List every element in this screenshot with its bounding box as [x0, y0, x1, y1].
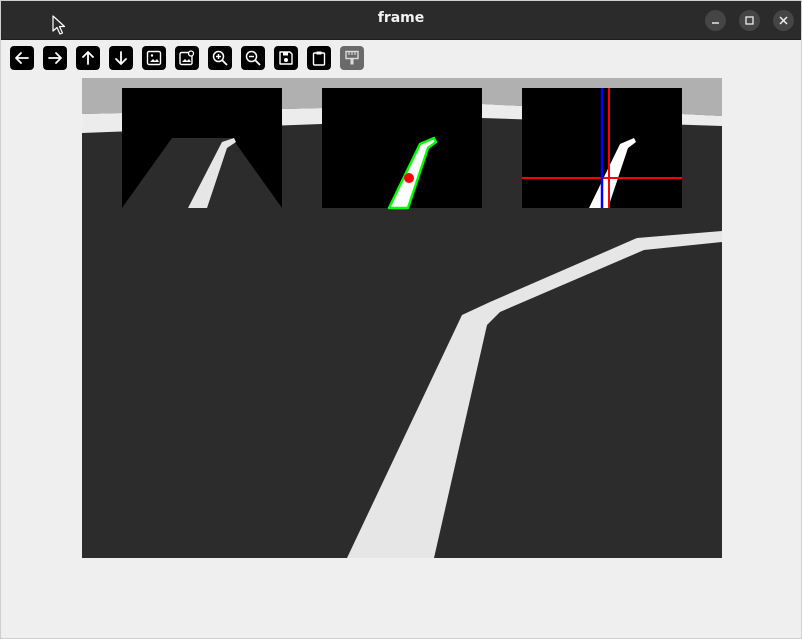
clipboard-icon: [312, 51, 326, 66]
zoom-out-button[interactable]: [241, 46, 265, 70]
app-window: frame: [0, 0, 802, 639]
image-icon: [146, 50, 162, 66]
camera-frame: [82, 78, 722, 558]
zoom-in-button[interactable]: [208, 46, 232, 70]
inset-crosshair-view: [522, 88, 682, 208]
image-zoom-icon: [179, 50, 195, 66]
pan-right-button[interactable]: [43, 46, 67, 70]
inset-contour-view: [322, 88, 482, 210]
zoom-out-icon: [245, 50, 261, 66]
copy-clipboard-button[interactable]: [307, 46, 331, 70]
image-view[interactable]: [82, 78, 722, 558]
inset-roi-view: [122, 88, 282, 208]
minimize-icon: [712, 22, 719, 24]
properties-button[interactable]: [340, 46, 364, 70]
maximize-icon: [745, 16, 754, 25]
save-image-button[interactable]: [274, 46, 298, 70]
zoom-original-button[interactable]: [142, 46, 166, 70]
zoom-fit-button[interactable]: [175, 46, 199, 70]
minimize-button[interactable]: [705, 10, 726, 31]
close-button[interactable]: [773, 10, 794, 31]
save-icon: [279, 51, 293, 65]
close-icon: [779, 16, 788, 25]
mouse-cursor-icon: [52, 15, 66, 35]
paint-brush-icon: [345, 50, 359, 65]
arrow-down-icon: [115, 51, 127, 65]
pan-left-button[interactable]: [10, 46, 34, 70]
arrow-left-icon: [15, 52, 29, 64]
arrow-up-icon: [82, 51, 94, 65]
window-title: frame: [377, 10, 425, 26]
maximize-button[interactable]: [739, 10, 760, 31]
pan-up-button[interactable]: [76, 46, 100, 70]
zoom-in-icon: [212, 50, 228, 66]
title-bar[interactable]: frame: [1, 1, 801, 40]
pan-down-button[interactable]: [109, 46, 133, 70]
arrow-right-icon: [48, 52, 62, 64]
